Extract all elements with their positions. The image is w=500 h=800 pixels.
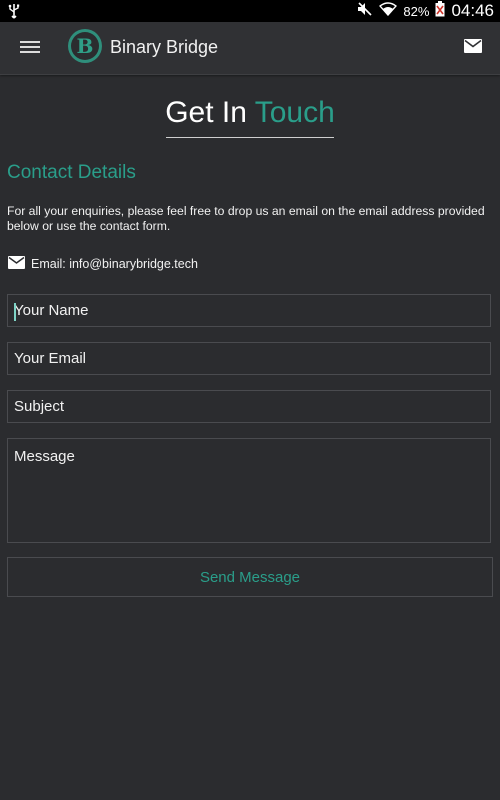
email-row: Email: info@binarybridge.tech (8, 256, 198, 272)
clock: 04:46 (451, 1, 494, 20)
menu-icon[interactable] (20, 38, 40, 58)
email-text: Email: info@binarybridge.tech (31, 257, 198, 271)
logo-letter: B (71, 32, 99, 60)
subject-field-wrapper (7, 390, 491, 423)
usb-icon (8, 3, 20, 24)
text-cursor (14, 303, 16, 321)
app-title: Binary Bridge (110, 37, 219, 57)
mail-icon (8, 256, 25, 272)
battery-percent: 82% (403, 3, 430, 19)
message-input[interactable] (8, 439, 490, 542)
logo: B (68, 29, 102, 63)
wifi-icon (379, 1, 398, 21)
page-title-part1: Get In (165, 96, 247, 129)
send-message-button[interactable]: Send Message (7, 557, 493, 597)
page-title-accent: Touch (254, 96, 335, 129)
section-title: Contact Details (7, 162, 136, 183)
subject-input[interactable] (8, 391, 490, 422)
app-bar: B Binary Bridge (0, 22, 500, 75)
intro-text: For all your enquiries, please feel free… (7, 204, 485, 233)
page-title: Get In Touch (0, 96, 500, 130)
battery-icon (435, 0, 445, 22)
mail-icon[interactable] (464, 39, 482, 58)
email-input[interactable] (8, 343, 490, 374)
email-field-wrapper (7, 342, 491, 375)
message-field-wrapper (7, 438, 491, 543)
mute-icon (357, 1, 373, 21)
status-bar: 82% 04:46 (0, 0, 500, 22)
name-input[interactable] (8, 295, 490, 326)
title-divider (166, 137, 334, 138)
name-field-wrapper (7, 294, 491, 327)
